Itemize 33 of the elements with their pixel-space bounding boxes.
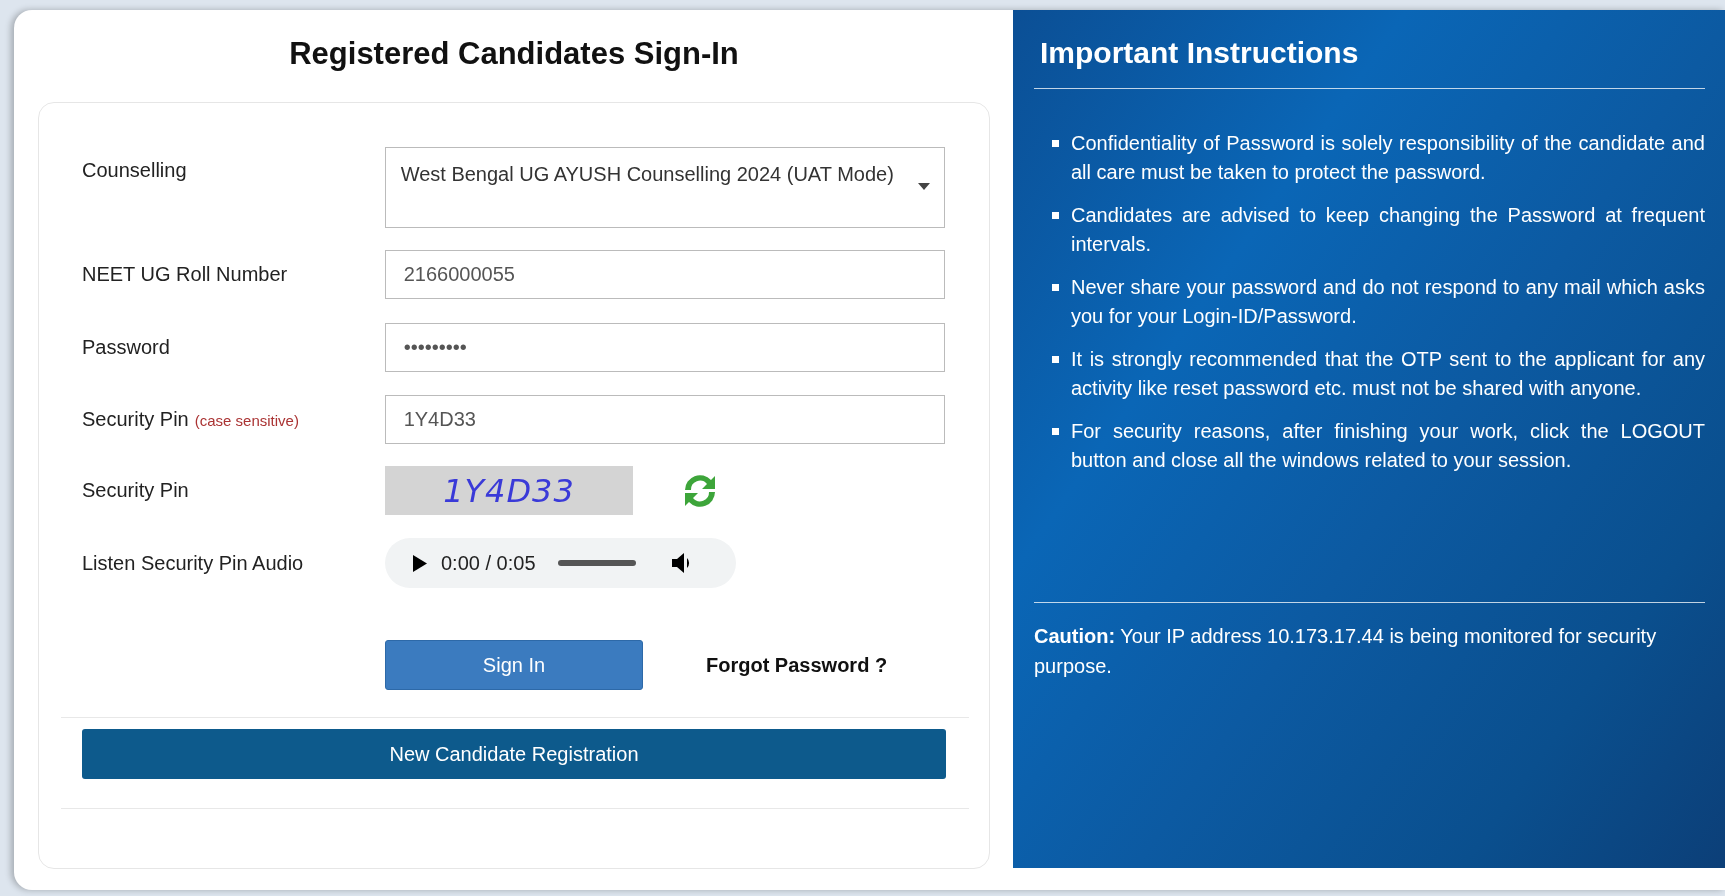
input-field[interactable]: 1Y4D33 [384, 395, 945, 444]
instructions-title: Important Instructions [1040, 36, 1360, 71]
field-label: Counselling [82, 158, 188, 182]
field-label: Security Pin [82, 408, 189, 431]
input-field[interactable]: 2166000055 [384, 250, 945, 299]
audio-time: 0:00 / 0:05 [441, 551, 536, 575]
forgot-password-link[interactable]: Forgot Password ? [706, 653, 888, 677]
instruction-text: Candidates are advised to keep changing the Password at frequent intervals. [1071, 203, 1705, 257]
captcha-image: 1Y4D33 [385, 466, 633, 515]
bullet-icon [1052, 140, 1059, 147]
caution-text: Caution: Your IP address 10.173.17.44 is being monitored for security purpose. [1034, 624, 1658, 679]
caret-icon [918, 183, 930, 190]
bullet-icon [1052, 284, 1059, 291]
form-title: Registered Candidates Sign-In [288, 36, 740, 73]
bullet-icon [1052, 428, 1059, 435]
counselling-select[interactable]: West Bengal UG AYUSH Counselling 2024 (UAT Mode) [384, 147, 945, 228]
field-label: Listen Security Pin Audio [82, 551, 305, 575]
input-field[interactable]: ••••••••• [384, 323, 945, 372]
instruction-text: Confidentiality of Password is solely responsibility of the candidate and all care must be taken to protect the password. [1071, 131, 1705, 185]
field-label: Security Pin [82, 479, 190, 502]
hint-text: (case sensitive) [194, 412, 299, 429]
sign-in-button[interactable]: Sign In [385, 640, 643, 690]
instruction-text: It is strongly recommended that the OTP sent to the applicant for any activity like reset password etc. must not be shared with anyone. [1071, 347, 1705, 401]
bullet-icon [1052, 212, 1059, 219]
instruction-text: Never share your password and do not respond to any mail which asks you for your Login-ID/Password. [1071, 275, 1705, 329]
audio-player[interactable]: 0:00 / 0:05 [385, 538, 736, 588]
bullet-icon [1052, 356, 1059, 363]
field-label: NEET UG Roll Number [82, 263, 289, 286]
instruction-text: For security reasons, after finishing your work, click the LOGOUT button and close all the windows related to your session. [1071, 419, 1705, 473]
field-label: Password [82, 336, 171, 359]
registration-button[interactable]: New Candidate Registration [82, 729, 946, 779]
progress-track-drawing[interactable] [557, 560, 636, 566]
play-icon[interactable] [413, 554, 427, 572]
